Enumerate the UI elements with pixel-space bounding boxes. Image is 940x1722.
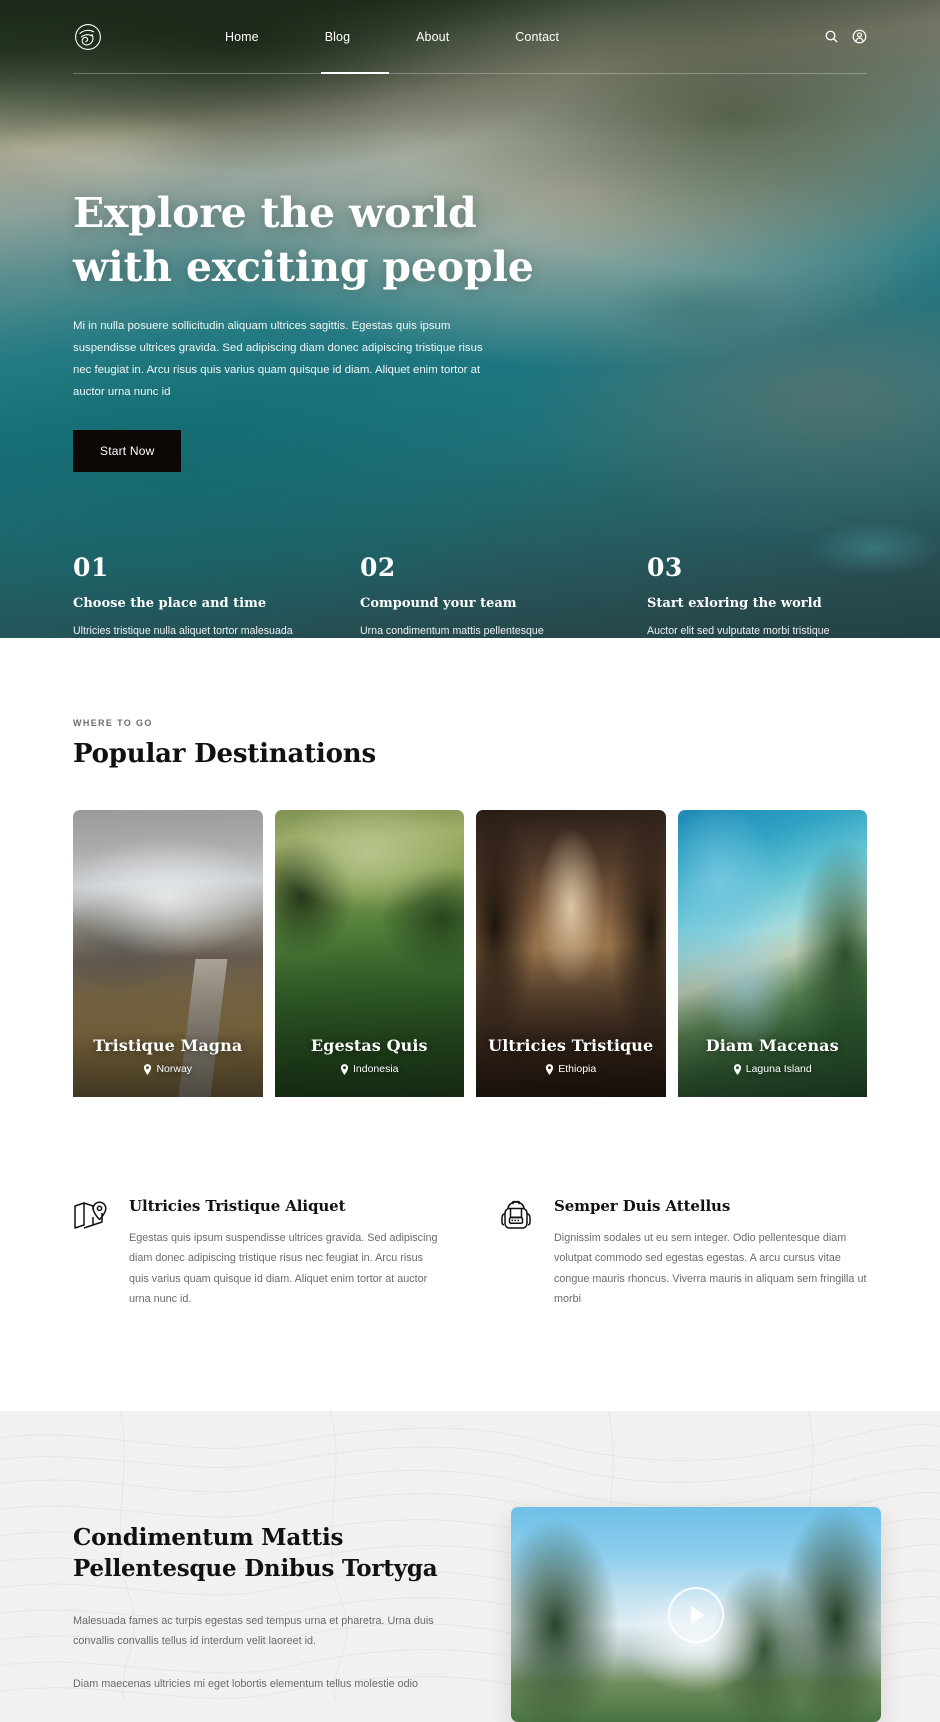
hero-content: Explore the world with exciting people M… (0, 186, 940, 472)
destination-location: Norway (73, 1063, 263, 1075)
step-title: Compound your team (360, 595, 517, 611)
backpack-icon (498, 1199, 534, 1235)
popular-destinations-section: WHERE TO GO Popular Destinations Tristiq… (0, 638, 940, 1097)
video-title-line-1: Condimentum Mattis (73, 1524, 344, 1552)
section-title: Popular Destinations (73, 739, 376, 769)
destination-card-list: Tristique Magna Norway Egestas Quis Indo… (73, 810, 867, 1097)
step-text: Auctor elit sed vulputate morbi tristiqu… (647, 624, 830, 637)
step-title: Choose the place and time (73, 595, 267, 611)
wave-circle-logo-icon[interactable] (73, 22, 103, 52)
map-pin-icon (340, 1063, 349, 1075)
video-title-line-2: Pellentesque Dnibus Tortyga (73, 1555, 438, 1582)
destination-location-label: Norway (156, 1063, 193, 1075)
destination-title: Tristique Magna (93, 1036, 243, 1055)
page-title: Explore the world with exciting people (73, 186, 867, 294)
destination-caption: Ultricies Tristique Ethiopia (476, 1036, 666, 1075)
destination-location: Ethiopia (476, 1063, 666, 1075)
destination-card[interactable]: Tristique Magna Norway (73, 810, 263, 1097)
nav-divider (73, 73, 867, 74)
features-section: Ultricies Tristique Aliquet Egestas quis… (0, 1197, 940, 1412)
destination-location: Laguna Island (678, 1063, 868, 1075)
nav-link-about[interactable]: About (383, 30, 482, 44)
destination-card[interactable]: Egestas Quis Indonesia (274, 810, 465, 1097)
step-text: Urna condimentum mattis pellentesque pla… (360, 624, 544, 637)
play-triangle-icon (691, 1605, 705, 1624)
destination-card[interactable]: Ultricies Tristique Ethiopia (476, 810, 666, 1097)
step-title: Start exloring the world (647, 595, 822, 611)
section-eyebrow: WHERE TO GO (73, 718, 153, 728)
video-paragraph-1: Malesuada fames ac turpis egestas sed te… (73, 1614, 434, 1648)
destination-title: Ultricies Tristique (488, 1036, 654, 1055)
destination-caption: Egestas Quis Indonesia (275, 1036, 465, 1075)
step-number: 03 (647, 552, 683, 582)
destination-title: Diam Macenas (705, 1036, 839, 1055)
search-icon[interactable] (824, 29, 839, 44)
destination-card[interactable]: Diam Macenas Laguna Island (677, 810, 868, 1097)
video-text-column: Condimentum Mattis Pellentesque Dnibus T… (73, 1523, 473, 1722)
hero-section: Home Blog About Contact Explore the worl… (0, 0, 940, 638)
step-item-03: 03 Start exloring the world Auctor elit … (647, 553, 867, 638)
play-button[interactable] (668, 1586, 724, 1643)
step-number: 01 (73, 552, 109, 582)
nav-link-home[interactable]: Home (192, 30, 292, 44)
hero-title-line-2: with exciting people (73, 243, 534, 292)
destination-location: Indonesia (275, 1063, 465, 1075)
nav-actions (824, 29, 867, 44)
folded-map-pin-icon (73, 1199, 109, 1235)
user-account-icon[interactable] (852, 29, 867, 44)
feature-text: Dignissim sodales ut eu sem integer. Odi… (554, 1232, 867, 1305)
nav-links: Home Blog About Contact (192, 30, 592, 44)
video-feature-section: Condimentum Mattis Pellentesque Dnibus T… (0, 1411, 940, 1722)
feature-title: Ultricies Tristique Aliquet (129, 1197, 346, 1215)
hero-steps: 01 Choose the place and time Ultricies t… (0, 553, 940, 638)
feature-item: Ultricies Tristique Aliquet Egestas quis… (73, 1197, 442, 1309)
feature-body: Ultricies Tristique Aliquet Egestas quis… (129, 1197, 442, 1309)
destination-title: Egestas Quis (310, 1036, 428, 1055)
map-pin-icon (545, 1063, 554, 1075)
video-player[interactable] (511, 1507, 881, 1722)
feature-text: Egestas quis ipsum suspendisse ultrices … (129, 1232, 438, 1305)
destination-location-label: Indonesia (352, 1063, 399, 1075)
hero-paragraph: Mi in nulla posuere sollicitudin aliquam… (73, 320, 483, 398)
nav-active-indicator (321, 72, 389, 74)
map-pin-icon (143, 1063, 152, 1075)
main-navigation: Home Blog About Contact (0, 0, 940, 73)
destination-caption: Tristique Magna Norway (73, 1036, 263, 1075)
destination-caption: Diam Macenas Laguna Island (678, 1036, 868, 1075)
nav-link-contact[interactable]: Contact (482, 30, 592, 44)
destination-location-label: Ethiopia (558, 1063, 597, 1075)
feature-item: Semper Duis Attellus Dignissim sodales u… (498, 1197, 867, 1309)
video-section-title: Condimentum Mattis Pellentesque Dnibus T… (73, 1523, 473, 1585)
step-text: Ultricies tristique nulla aliquet tortor… (73, 624, 293, 637)
hero-title-line-1: Explore the world (73, 189, 477, 237)
step-item-01: 01 Choose the place and time Ultricies t… (73, 553, 293, 638)
video-row: Condimentum Mattis Pellentesque Dnibus T… (73, 1411, 881, 1722)
nav-link-blog[interactable]: Blog (292, 30, 383, 44)
step-item-02: 02 Compound your team Urna condimentum m… (360, 553, 580, 638)
feature-title: Semper Duis Attellus (554, 1197, 731, 1215)
start-now-button[interactable]: Start Now (73, 429, 182, 472)
destination-location-label: Laguna Island (745, 1063, 812, 1075)
video-paragraph-2: Diam maecenas ultricies mi eget lobortis… (73, 1677, 419, 1690)
map-pin-icon (733, 1063, 742, 1075)
feature-body: Semper Duis Attellus Dignissim sodales u… (554, 1197, 867, 1309)
step-number: 02 (360, 552, 396, 582)
